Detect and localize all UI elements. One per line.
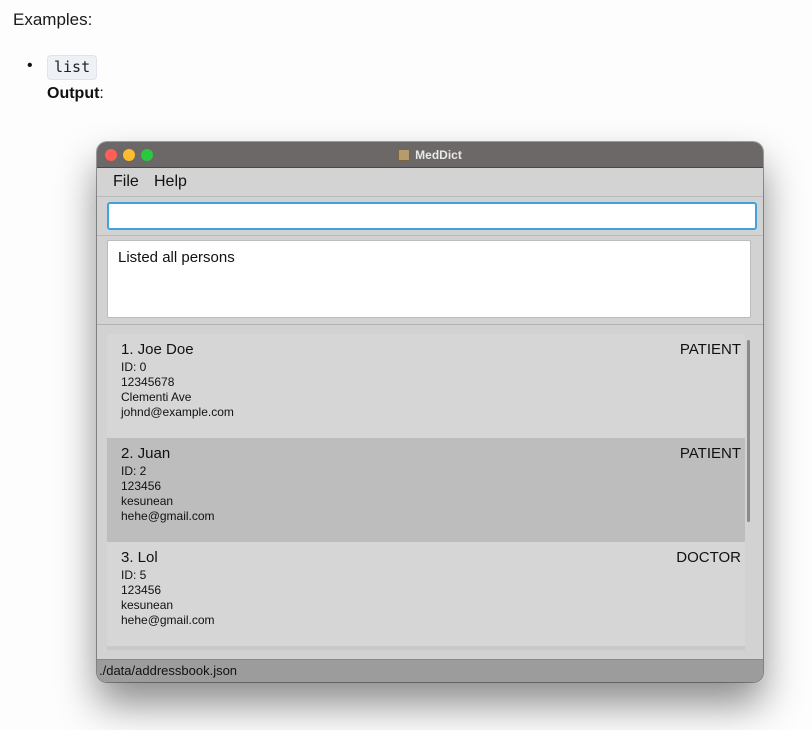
person-phone: 123456: [121, 479, 162, 493]
person-role-tag: DOCTOR: [676, 549, 741, 566]
person-phone: 123456: [121, 583, 162, 597]
person-address: Clementi Ave: [121, 390, 192, 404]
person-name: 1. Joe Doe: [121, 341, 194, 358]
menu-help[interactable]: Help: [154, 173, 187, 191]
command-box-area: [97, 197, 763, 236]
command-input[interactable]: [107, 202, 757, 230]
person-card[interactable]: 3. Lol DOCTOR ID: 5 123456 kesunean hehe…: [107, 542, 745, 646]
result-message: Listed all persons: [118, 249, 235, 266]
title-group: MedDict: [97, 142, 763, 167]
person-email: hehe@gmail.com: [121, 509, 215, 523]
person-card[interactable]: 1. Joe Doe PATIENT ID: 0 12345678 Clemen…: [107, 334, 745, 438]
output-label-bold: Output: [47, 85, 100, 102]
person-email: johnd@example.com: [121, 405, 234, 419]
person-name: 2. Juan: [121, 445, 171, 462]
person-id: ID: 2: [121, 464, 147, 478]
output-label: Output:: [47, 85, 104, 103]
menu-file[interactable]: File: [113, 173, 139, 191]
person-address: kesunean: [121, 598, 174, 612]
output-label-colon: :: [99, 85, 104, 102]
person-name: 3. Lol: [121, 549, 158, 566]
documentation-page: Examples: • list Output: MedDict File He…: [0, 0, 812, 730]
person-role-tag: PATIENT: [679, 341, 741, 358]
person-role-tag: PATIENT: [679, 445, 741, 462]
window-title: MedDict: [415, 147, 462, 162]
examples-heading: Examples:: [13, 10, 93, 29]
menu-bar: File Help: [97, 168, 763, 197]
bullet-marker: •: [27, 57, 33, 74]
person-phone: 12345678: [121, 375, 175, 389]
title-bar[interactable]: MedDict: [97, 142, 763, 168]
person-email: hehe@gmail.com: [121, 613, 215, 627]
person-address: kesunean: [121, 494, 174, 508]
app-icon: [398, 148, 411, 161]
person-card[interactable]: 2. Juan PATIENT ID: 2 123456 kesunean he…: [107, 438, 745, 542]
result-display: Listed all persons: [107, 240, 751, 318]
person-list[interactable]: 1. Joe Doe PATIENT ID: 0 12345678 Clemen…: [107, 334, 745, 650]
person-id: ID: 5: [121, 568, 147, 582]
meddict-window: MedDict File Help Listed all persons 1. …: [97, 142, 763, 682]
result-display-area: Listed all persons: [97, 236, 763, 325]
list-scrollbar[interactable]: [747, 340, 750, 522]
data-file-path: ./data/addressbook.json: [99, 663, 238, 678]
status-bar: ./data/addressbook.json: [97, 659, 763, 682]
person-id: ID: 0: [121, 360, 147, 374]
code-snippet-list: list: [47, 55, 98, 80]
